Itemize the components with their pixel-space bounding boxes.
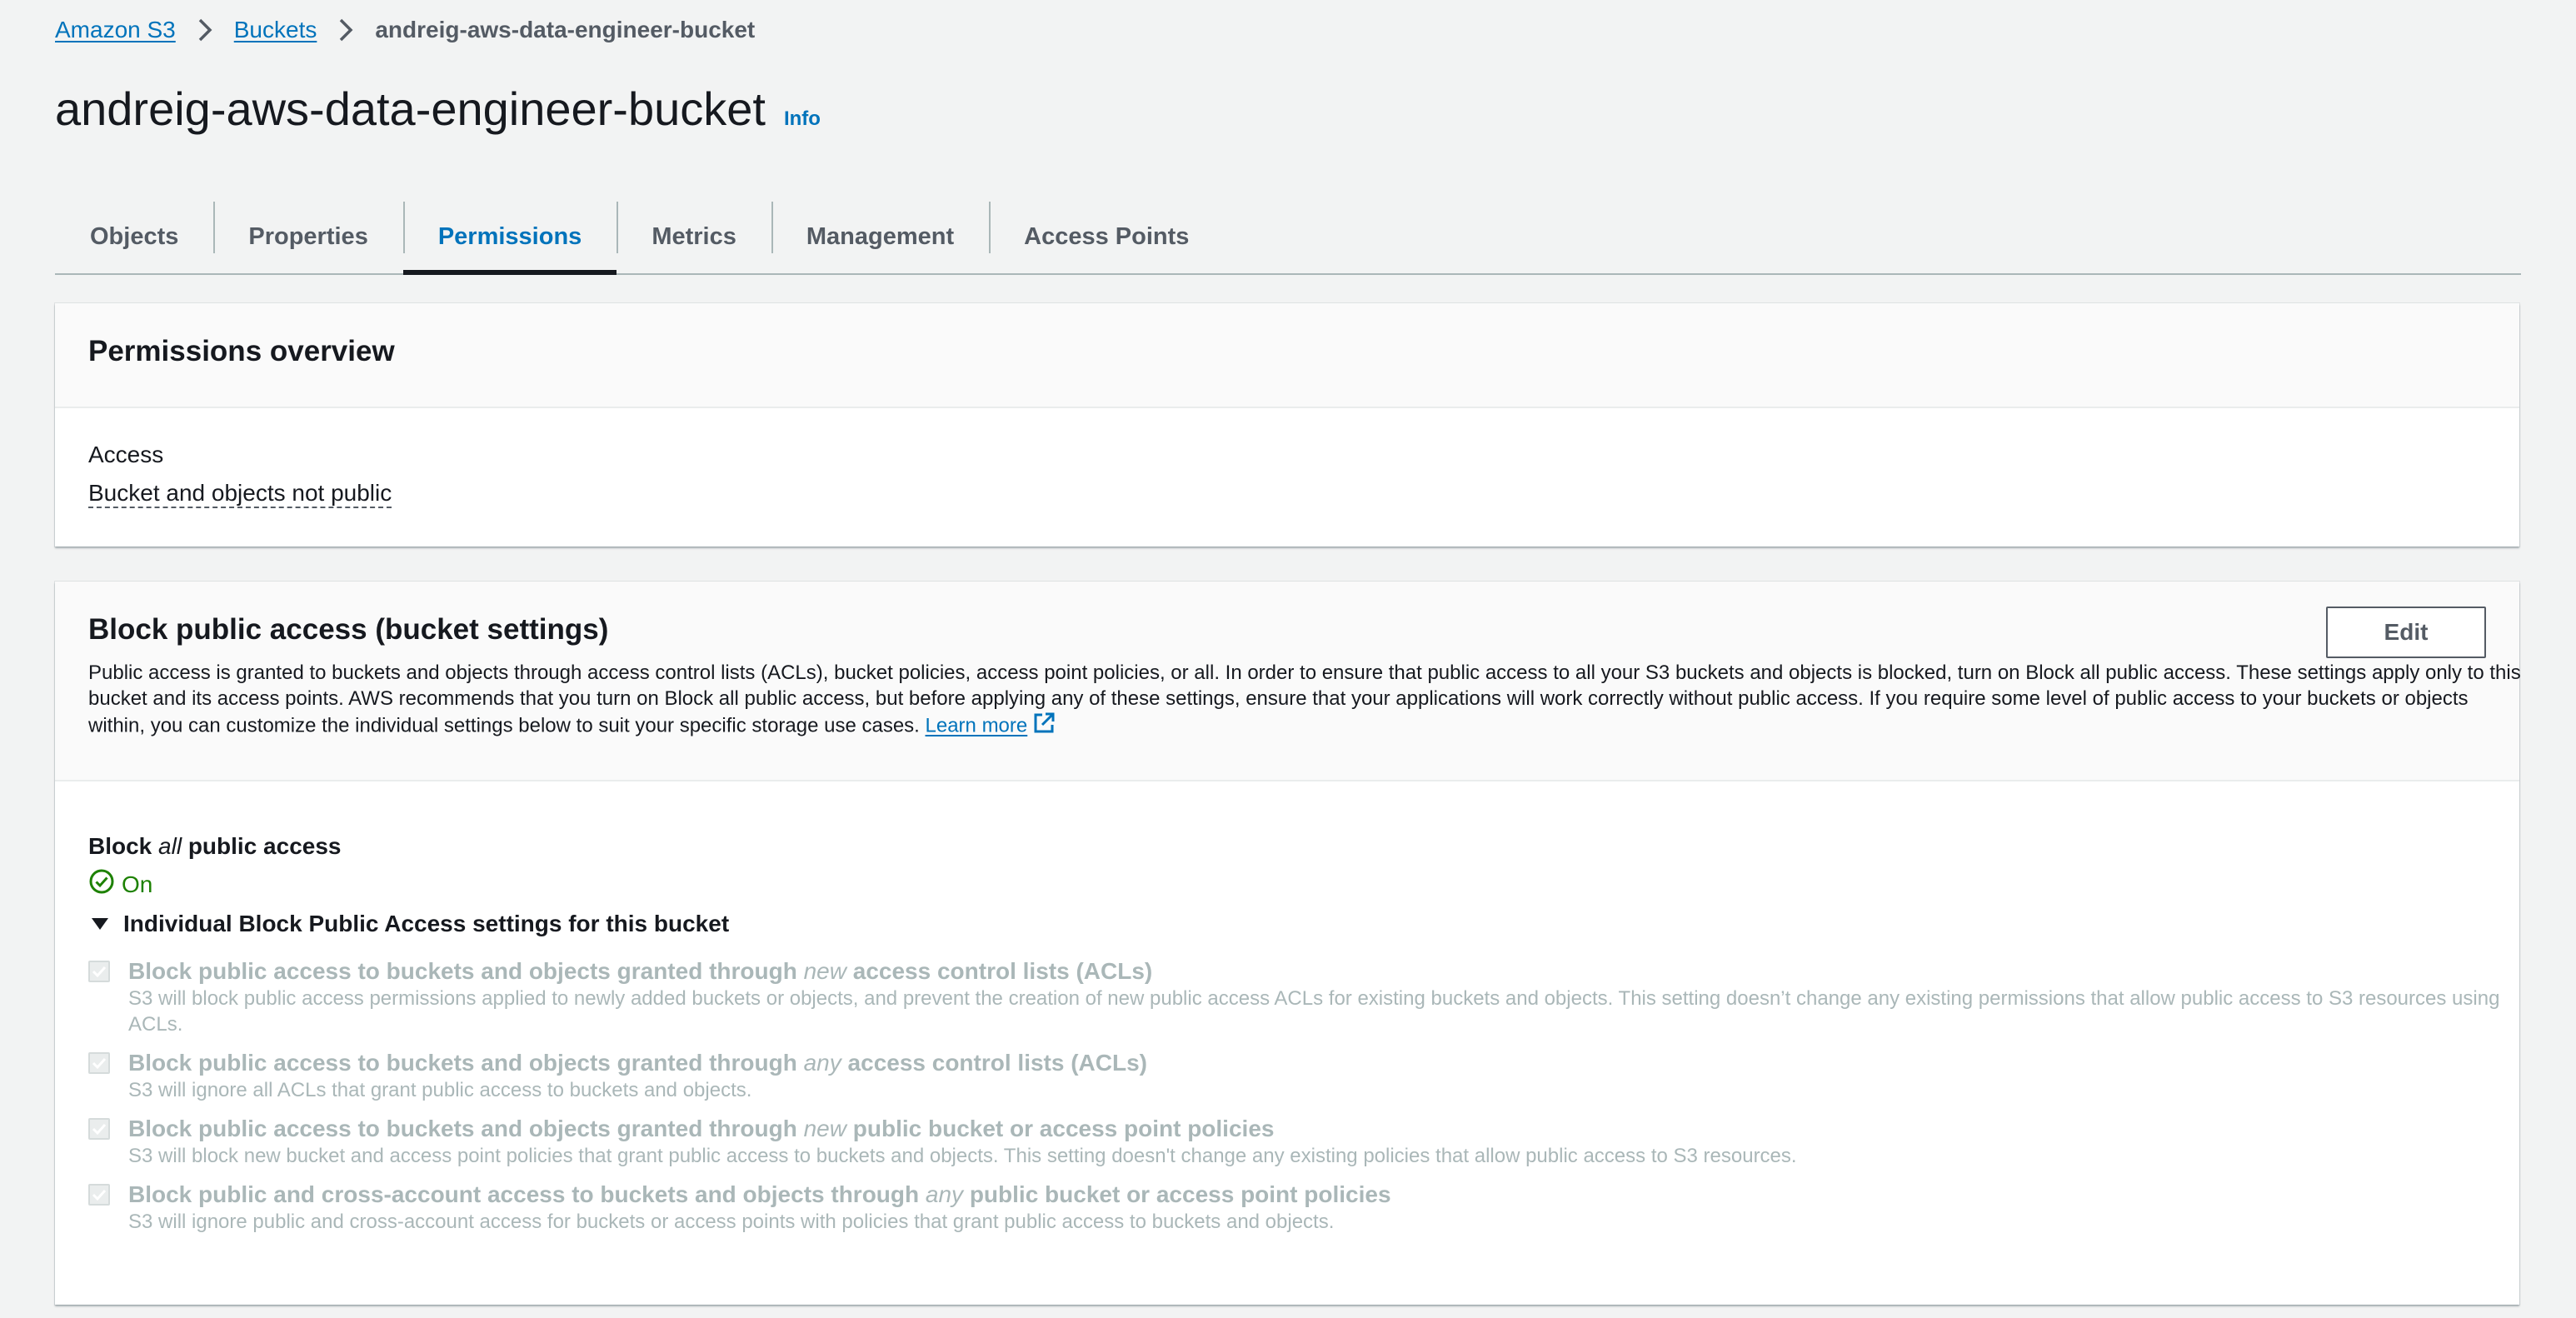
page-title: andreig-aws-data-engineer-bucket (55, 82, 766, 135)
settings-list: Block public access to buckets and objec… (88, 957, 2499, 1235)
breadcrumb-current: andreig-aws-data-engineer-bucket (375, 17, 756, 42)
status-indicator: On (88, 868, 2486, 901)
tab-metrics[interactable]: Metrics (617, 200, 771, 273)
title-part: Block public access to buckets and objec… (128, 958, 797, 984)
check-circle-icon (88, 868, 122, 901)
title-part: public bucket or access point policies (852, 1116, 1275, 1141)
block-all-em: all (158, 833, 182, 859)
title-part: access control lists (ACLs) (852, 958, 1153, 984)
breadcrumb-buckets[interactable]: Buckets (234, 17, 317, 43)
title-em: new (803, 1116, 846, 1141)
title-em: any (925, 1181, 964, 1207)
tab-objects[interactable]: Objects (55, 200, 213, 273)
setting-description: S3 will ignore public and cross-account … (128, 1211, 1335, 1233)
panel-header: Block public access (bucket settings) Ed… (55, 582, 2521, 781)
chevron-right-icon (192, 13, 217, 47)
setting-description: S3 will ignore all ACLs that grant publi… (128, 1079, 752, 1101)
access-value[interactable]: Bucket and objects not public (88, 480, 392, 508)
setting-description: S3 will block public access permissions … (128, 987, 2500, 1036)
title-part: public bucket or access point policies (969, 1181, 1391, 1207)
setting-item: Block public and cross-account access to… (88, 1181, 2486, 1235)
edit-button[interactable]: Edit (2326, 607, 2486, 658)
setting-title: Block public access to buckets and objec… (128, 957, 2528, 986)
tab-management[interactable]: Management (771, 200, 989, 273)
external-link-icon[interactable] (1032, 711, 1056, 741)
chevron-right-icon (333, 13, 358, 47)
individual-settings-expander[interactable]: Individual Block Public Access settings … (88, 911, 2486, 937)
block-all-prefix: Block (88, 833, 152, 859)
caret-down-icon (92, 918, 108, 930)
setting-checkbox (88, 1052, 110, 1074)
learn-more-link[interactable]: Learn more (926, 714, 1028, 736)
panel-title: Permissions overview (88, 335, 395, 367)
tab-list: Objects Properties Permissions Metrics M… (55, 200, 2521, 275)
title-part: Block public and cross-account access to… (128, 1181, 920, 1207)
page-header: andreig-aws-data-engineer-bucket Info (55, 82, 821, 136)
title-em: any (803, 1050, 841, 1076)
setting-checkbox (88, 1118, 110, 1140)
setting-title: Block public access to buckets and objec… (128, 1115, 2528, 1143)
block-all-suffix: public access (187, 833, 342, 859)
tab-permissions[interactable]: Permissions (402, 200, 617, 275)
setting-item: Block public access to buckets and objec… (88, 957, 2499, 1037)
checkbox-check-icon (92, 1057, 107, 1069)
panel-description: Public access is granted to buckets and … (88, 660, 2529, 741)
breadcrumb-amazon-s3[interactable]: Amazon S3 (55, 17, 176, 43)
panel-header: Permissions overview (55, 303, 2519, 408)
title-part: Block public access to buckets and objec… (128, 1050, 797, 1076)
checkbox-check-icon (92, 966, 107, 977)
title-part: access control lists (ACLs) (847, 1050, 1147, 1076)
panel-body: Block all public access On Individual Bl… (55, 781, 2519, 1235)
checkbox-check-icon (92, 1123, 107, 1135)
setting-title: Block public and cross-account access to… (128, 1181, 2528, 1209)
tab-properties[interactable]: Properties (213, 200, 402, 273)
title-em: new (803, 958, 846, 984)
title-part: Block public access to buckets and objec… (128, 1116, 797, 1141)
expander-label: Individual Block Public Access settings … (123, 911, 730, 936)
tab-access-points[interactable]: Access Points (989, 200, 1224, 273)
breadcrumb: Amazon S3 Buckets andreig-aws-data-engin… (55, 13, 755, 47)
permissions-overview-panel: Permissions overview Access Bucket and o… (55, 303, 2519, 547)
block-public-access-panel: Block public access (bucket settings) Ed… (55, 582, 2521, 1305)
block-all-label: Block all public access (88, 833, 2486, 860)
info-link[interactable]: Info (784, 107, 821, 131)
panel-title: Block public access (bucket settings) (88, 613, 609, 646)
checkbox-check-icon (92, 1189, 107, 1201)
setting-item: Block public access to buckets and objec… (88, 1049, 2486, 1103)
status-text: On (122, 871, 153, 897)
setting-checkbox (88, 1184, 110, 1206)
setting-item: Block public access to buckets and objec… (88, 1115, 2486, 1169)
setting-title: Block public access to buckets and objec… (128, 1049, 2528, 1077)
access-label: Access (88, 442, 164, 467)
description-text: Public access is granted to buckets and … (88, 661, 2521, 737)
setting-checkbox (88, 961, 110, 982)
panel-body: Access Bucket and objects not public (55, 408, 2519, 542)
setting-description: S3 will block new bucket and access poin… (128, 1145, 1797, 1167)
